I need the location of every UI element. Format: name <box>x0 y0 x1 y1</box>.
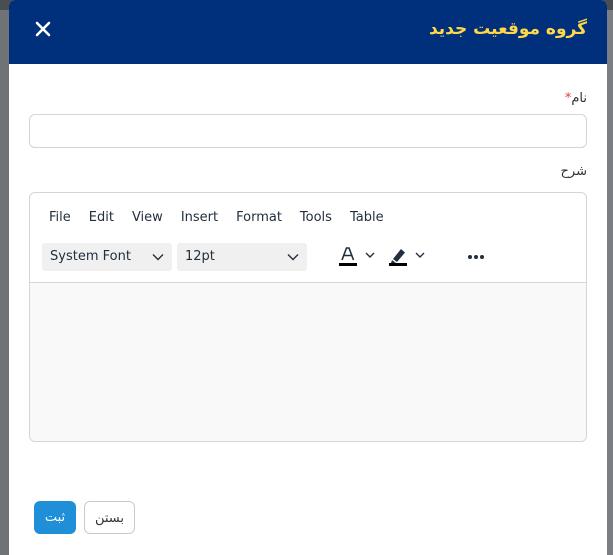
menu-file[interactable]: File <box>49 207 71 229</box>
menu-tools[interactable]: Tools <box>300 207 332 229</box>
chevron-down-icon <box>152 254 164 261</box>
font-family-value: System Font <box>50 249 131 264</box>
editor-menubar: File Edit View Insert Format Tools Table <box>40 207 393 229</box>
font-size-select[interactable]: 12pt <box>177 243 307 271</box>
menu-edit[interactable]: Edit <box>89 207 114 229</box>
font-size-value: 12pt <box>185 249 215 264</box>
submit-button[interactable]: ثبت <box>34 501 76 534</box>
more-options-icon <box>468 255 484 259</box>
new-position-group-dialog: گروه موقعیت جدید نام* شرح File Edit View… <box>9 0 607 555</box>
menu-view[interactable]: View <box>132 207 163 229</box>
dialog-title: گروه موقعیت جدید <box>428 19 587 39</box>
close-icon[interactable] <box>31 17 55 41</box>
name-input[interactable] <box>29 114 587 148</box>
menu-table[interactable]: Table <box>350 207 384 229</box>
background-page-edge <box>607 10 613 555</box>
editor-content-area[interactable] <box>30 282 586 441</box>
highlight-color-icon <box>389 249 425 266</box>
text-color-icon <box>339 247 375 266</box>
name-label: نام* <box>562 90 587 108</box>
menu-insert[interactable]: Insert <box>181 207 218 229</box>
more-options-button[interactable] <box>462 243 490 271</box>
font-family-select[interactable]: System Font <box>42 243 172 271</box>
editor-toolbar: System Font 12pt <box>42 243 582 273</box>
highlight-color-button[interactable] <box>388 243 434 271</box>
text-color-button[interactable] <box>338 243 384 271</box>
close-button[interactable]: بستن <box>84 501 135 534</box>
rich-text-editor: File Edit View Insert Format Tools Table… <box>29 192 587 442</box>
description-label: شرح <box>560 164 587 179</box>
dialog-header: گروه موقعیت جدید <box>9 0 607 64</box>
name-label-text: نام <box>571 91 587 106</box>
chevron-down-icon <box>287 254 299 261</box>
menu-format[interactable]: Format <box>236 207 282 229</box>
